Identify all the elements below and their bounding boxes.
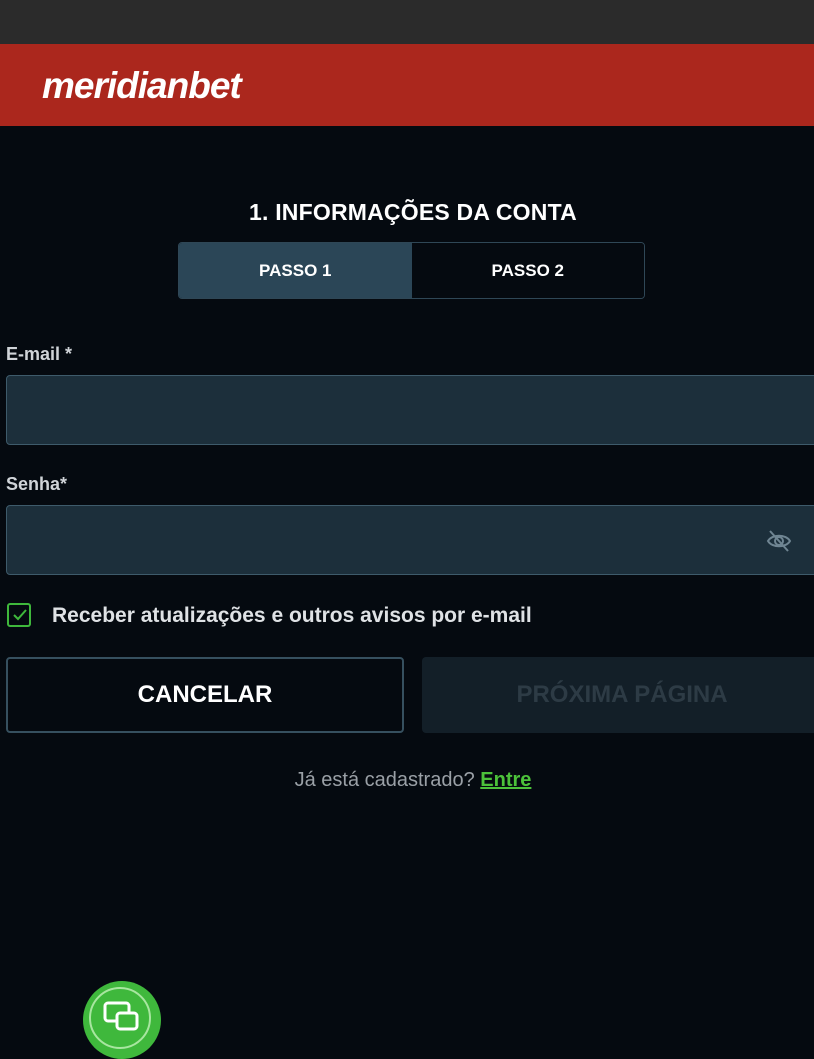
newsletter-label[interactable]: Receber atualizações e outros avisos por… bbox=[52, 602, 532, 630]
password-field[interactable] bbox=[7, 506, 814, 574]
tab-step-1[interactable]: PASSO 1 bbox=[179, 243, 412, 298]
email-field-container bbox=[6, 375, 814, 445]
site-header: meridianbet bbox=[0, 44, 814, 126]
tab-step-2[interactable]: PASSO 2 bbox=[411, 243, 644, 298]
email-label: E-mail * bbox=[6, 344, 73, 364]
email-field[interactable] bbox=[7, 376, 814, 444]
login-prompt-line: Já está cadastrado? Entre bbox=[0, 766, 814, 794]
password-field-container bbox=[6, 505, 814, 575]
chat-button[interactable] bbox=[83, 981, 161, 1059]
meridianbet-logo[interactable]: meridianbet bbox=[42, 64, 242, 108]
password-label: Senha* bbox=[6, 474, 68, 494]
newsletter-checkbox[interactable] bbox=[7, 603, 31, 627]
login-prompt-text: Já está cadastrado? bbox=[294, 769, 475, 791]
top-status-strip bbox=[0, 0, 814, 44]
checkmark-icon bbox=[13, 609, 27, 621]
page-title: 1. INFORMAÇÕES DA CONTA bbox=[249, 199, 577, 225]
eye-off-icon[interactable] bbox=[765, 528, 793, 554]
chat-icon bbox=[103, 1001, 139, 1031]
step-tabs: PASSO 1 PASSO 2 bbox=[178, 242, 645, 299]
next-page-button[interactable]: PRÓXIMA PÁGINA bbox=[422, 657, 814, 733]
cancel-button[interactable]: CANCELAR bbox=[6, 657, 404, 733]
login-link[interactable]: Entre bbox=[480, 769, 531, 791]
